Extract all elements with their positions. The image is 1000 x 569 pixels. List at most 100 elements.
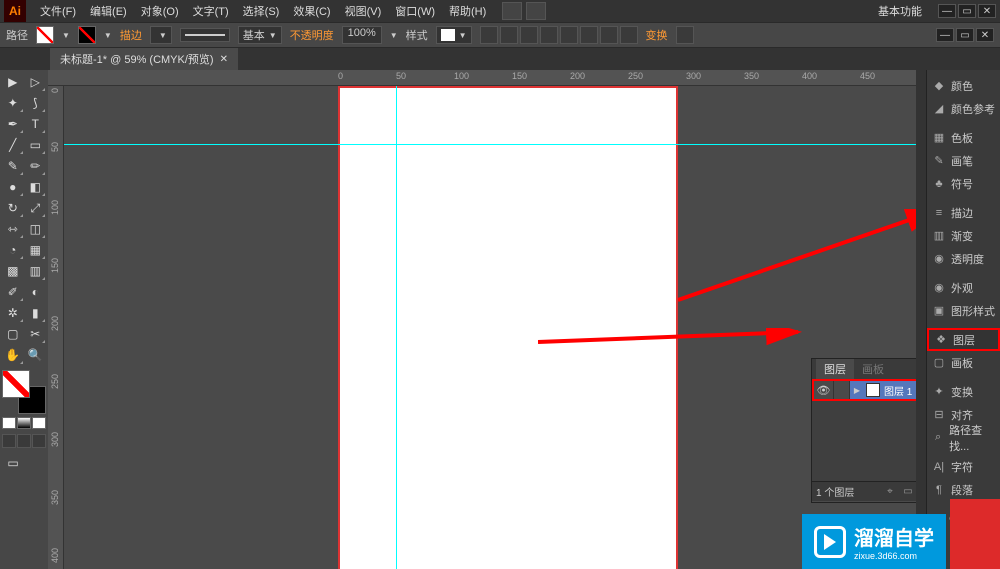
- align-5-icon[interactable]: [580, 26, 598, 44]
- menu-file[interactable]: 文件(F): [34, 1, 82, 21]
- slice-tool[interactable]: ✂: [25, 324, 47, 344]
- draw-normal-icon[interactable]: [2, 434, 16, 448]
- menu-effect[interactable]: 效果(C): [287, 1, 336, 21]
- opacity-input[interactable]: 100%: [342, 26, 382, 44]
- panel-button-段落[interactable]: ¶段落: [927, 478, 1000, 501]
- panel-button-变换[interactable]: ✦变换: [927, 380, 1000, 403]
- lock-toggle[interactable]: [834, 381, 850, 399]
- visibility-toggle-icon[interactable]: 👁: [814, 381, 834, 399]
- width-tool[interactable]: ⇿: [2, 219, 24, 239]
- vertical-ruler[interactable]: 0 50 100 150 200 250 300 350 400: [48, 86, 64, 569]
- type-tool[interactable]: T: [25, 114, 47, 134]
- tab-close-icon[interactable]: ✕: [220, 54, 228, 65]
- draw-inside-icon[interactable]: [32, 434, 46, 448]
- menu-type[interactable]: 文字(T): [187, 1, 235, 21]
- rotate-tool[interactable]: ↻: [2, 198, 24, 218]
- screen-mode-tool[interactable]: ▭: [2, 453, 24, 473]
- gradient-mode-icon[interactable]: [17, 417, 31, 429]
- align-3-icon[interactable]: [540, 26, 558, 44]
- stroke-swatch[interactable]: [78, 26, 96, 44]
- line-tool[interactable]: ╱: [2, 135, 24, 155]
- menu-help[interactable]: 帮助(H): [443, 1, 492, 21]
- symbol-sprayer-tool[interactable]: ✲: [2, 303, 24, 323]
- menu-object[interactable]: 对象(O): [135, 1, 185, 21]
- arrange-icon[interactable]: [526, 2, 546, 20]
- panel-dock-toggle[interactable]: [916, 70, 926, 569]
- paintbrush-tool[interactable]: ✎: [2, 156, 24, 176]
- panel-button-画板[interactable]: ▢画板: [927, 351, 1000, 374]
- transform-label[interactable]: 变换: [646, 27, 668, 43]
- panel-button-画笔[interactable]: ✎画笔: [927, 149, 1000, 172]
- rectangle-tool[interactable]: ▭: [25, 135, 47, 155]
- menu-window[interactable]: 窗口(W): [389, 1, 441, 21]
- zoom-tool[interactable]: 🔍: [25, 345, 47, 365]
- align-2-icon[interactable]: [520, 26, 538, 44]
- doc-maximize-button[interactable]: ▭: [956, 28, 974, 42]
- color-swatches[interactable]: [2, 370, 46, 414]
- mesh-tool[interactable]: ▩: [2, 261, 24, 281]
- menu-edit[interactable]: 编辑(E): [84, 1, 133, 21]
- artboard[interactable]: [338, 86, 678, 569]
- layers-tab[interactable]: 图层: [816, 359, 854, 379]
- stroke-weight-dropdown[interactable]: ▼: [150, 26, 172, 44]
- eraser-tool[interactable]: ◧: [25, 177, 47, 197]
- opacity-arrow[interactable]: ▼: [390, 31, 398, 40]
- layer-row[interactable]: 👁 ▶ 图层 1: [812, 379, 916, 401]
- panel-button-图形样式[interactable]: ▣图形样式: [927, 299, 1000, 322]
- layer-expand-icon[interactable]: ▶: [850, 386, 864, 395]
- eyedropper-tool[interactable]: ✐: [2, 282, 24, 302]
- workspace-switcher[interactable]: 基本功能: [870, 3, 930, 19]
- fill-swatch[interactable]: [36, 26, 54, 44]
- blend-tool[interactable]: ◐: [25, 282, 47, 302]
- panel-button-透明度[interactable]: ◉透明度: [927, 247, 1000, 270]
- fill-dropdown-arrow[interactable]: ▼: [62, 31, 70, 40]
- gradient-tool[interactable]: ▥: [25, 261, 47, 281]
- panel-button-路径查找...[interactable]: ⌕路径查找...: [927, 426, 1000, 449]
- hand-tool[interactable]: ✋: [2, 345, 24, 365]
- canvas-area[interactable]: 0 50 100 150 200 250 300 350 400 450 0 5…: [48, 70, 916, 569]
- minimize-button[interactable]: —: [938, 4, 956, 18]
- panel-button-外观[interactable]: ◉外观: [927, 276, 1000, 299]
- locate-object-icon[interactable]: ⌖: [882, 485, 898, 499]
- direct-selection-tool[interactable]: ▷: [25, 72, 47, 92]
- pen-tool[interactable]: ✒: [2, 114, 24, 134]
- lasso-tool[interactable]: ⟆: [25, 93, 47, 113]
- layer-thumbnail[interactable]: [866, 383, 880, 397]
- close-button[interactable]: ✕: [978, 4, 996, 18]
- bridge-icon[interactable]: [502, 2, 522, 20]
- vertical-guide[interactable]: [396, 86, 397, 569]
- fill-color-swatch[interactable]: [2, 370, 30, 398]
- align-6-icon[interactable]: [600, 26, 618, 44]
- make-clip-mask-icon[interactable]: ▭: [900, 485, 916, 499]
- align-1-icon[interactable]: [500, 26, 518, 44]
- menu-select[interactable]: 选择(S): [237, 1, 286, 21]
- horizontal-guide[interactable]: [64, 144, 916, 145]
- align-4-icon[interactable]: [560, 26, 578, 44]
- recolor-icon[interactable]: [480, 26, 498, 44]
- brush-def-dropdown[interactable]: 基本▼: [238, 26, 282, 44]
- artboard-tool[interactable]: ▢: [2, 324, 24, 344]
- panel-button-字符[interactable]: A|字符: [927, 455, 1000, 478]
- style-dropdown[interactable]: ▼: [436, 26, 472, 44]
- panel-button-图层[interactable]: ❖图层: [927, 328, 1000, 351]
- maximize-button[interactable]: ▭: [958, 4, 976, 18]
- magic-wand-tool[interactable]: ✦: [2, 93, 24, 113]
- panel-button-颜色[interactable]: ◆颜色: [927, 74, 1000, 97]
- panel-button-色板[interactable]: ▦色板: [927, 126, 1000, 149]
- horizontal-ruler[interactable]: 0 50 100 150 200 250 300 350 400 450: [48, 70, 916, 86]
- menu-view[interactable]: 视图(V): [339, 1, 388, 21]
- color-mode-icon[interactable]: [2, 417, 16, 429]
- free-transform-tool[interactable]: ◫: [25, 219, 47, 239]
- panel-button-符号[interactable]: ♣符号: [927, 172, 1000, 195]
- stroke-profile[interactable]: [180, 28, 230, 42]
- draw-behind-icon[interactable]: [17, 434, 31, 448]
- stroke-label[interactable]: 描边: [120, 27, 142, 43]
- doc-minimize-button[interactable]: —: [936, 28, 954, 42]
- panel-button-描边[interactable]: ≡描边: [927, 201, 1000, 224]
- pencil-tool[interactable]: ✏: [25, 156, 47, 176]
- column-graph-tool[interactable]: ▮: [25, 303, 47, 323]
- align-7-icon[interactable]: [620, 26, 638, 44]
- doc-close-button[interactable]: ✕: [976, 28, 994, 42]
- isolate-icon[interactable]: [676, 26, 694, 44]
- artboards-tab[interactable]: 画板: [854, 359, 892, 379]
